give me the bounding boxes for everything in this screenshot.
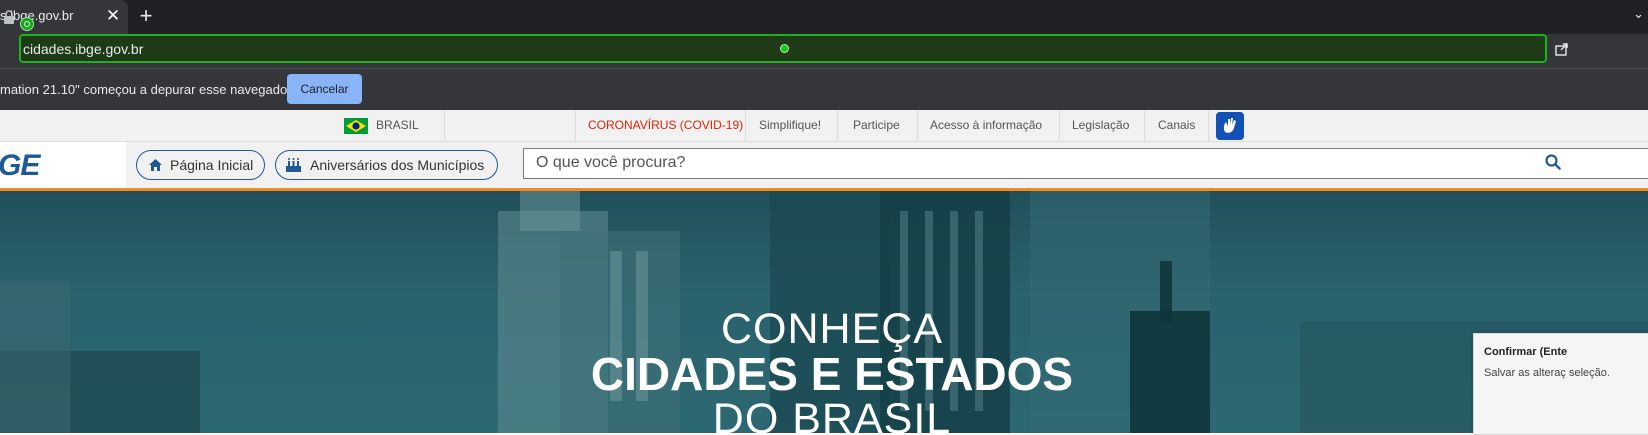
hero-banner: CONHEÇA CIDADES E ESTADOS DO BRASIL [0, 191, 1648, 433]
anniversaries-button[interactable]: Aniversários dos Municípios [275, 150, 498, 180]
logo-text: GE [0, 149, 40, 182]
chevron-down-icon[interactable]: ⌄ [1633, 6, 1644, 22]
recording-icon [20, 17, 34, 31]
home-icon [149, 159, 162, 171]
brazil-flag-icon [344, 118, 368, 134]
browser-tab-bar: s.ibge.gov.br ✕ + ⌄ [0, 0, 1648, 34]
divider [1059, 110, 1060, 141]
home-label: Página Inicial [170, 157, 254, 173]
url-text[interactable]: cidades.ibge.gov.br [23, 41, 143, 57]
confirm-body: Salvar as alteraç seleção. [1484, 367, 1610, 379]
link-simplifique[interactable]: Simplifique! [759, 118, 821, 132]
divider [837, 110, 838, 141]
link-acesso-informacao[interactable]: Acesso à informação [930, 118, 1042, 132]
divider [1144, 110, 1145, 141]
divider [575, 110, 576, 141]
recording-dot-icon [780, 44, 789, 53]
cake-icon [286, 158, 301, 172]
country-label[interactable]: BRASIL [376, 118, 419, 132]
close-icon[interactable]: ✕ [104, 6, 122, 26]
divider [745, 110, 746, 141]
search-icon[interactable] [1545, 154, 1561, 170]
plus-icon[interactable]: + [133, 3, 159, 29]
search-input[interactable] [536, 154, 1516, 172]
home-button[interactable]: Página Inicial [136, 150, 265, 180]
debugging-infobar: mation 21.10" começou a depurar esse nav… [0, 68, 1648, 110]
share-icon[interactable] [1555, 42, 1569, 56]
confirm-title: Confirmar (Ente [1484, 346, 1568, 358]
debug-message: mation 21.10" começou a depurar esse nav… [0, 82, 292, 97]
lock-icon[interactable] [3, 10, 15, 24]
link-participe[interactable]: Participe [853, 118, 900, 132]
hero-line-2: CIDADES E ESTADOS [590, 348, 1074, 400]
search-box[interactable] [523, 148, 1648, 179]
link-covid[interactable]: CORONAVÍRUS (COVID-19) [588, 118, 743, 132]
hero-line-3: DO BRASIL [712, 395, 952, 433]
gov-bar: BRASIL CORONAVÍRUS (COVID-19) Simplifiqu… [0, 110, 1648, 142]
cancel-button[interactable]: Cancelar [287, 74, 362, 104]
browser-tab[interactable]: s.ibge.gov.br ✕ [0, 0, 128, 34]
link-canais[interactable]: Canais [1158, 118, 1195, 132]
divider [917, 110, 918, 141]
ibge-logo[interactable]: GE [0, 142, 126, 188]
accessibility-hand-icon[interactable] [1216, 112, 1244, 140]
divider [444, 110, 445, 141]
confirm-popup[interactable]: Confirmar (Ente Salvar as alteraç seleçã… [1473, 333, 1648, 435]
link-legislacao[interactable]: Legislação [1072, 118, 1129, 132]
divider [1208, 110, 1209, 141]
site-header: GE Página Inicial Aniversários dos Munic… [0, 142, 1648, 188]
anniversaries-label: Aniversários dos Municípios [310, 157, 485, 173]
